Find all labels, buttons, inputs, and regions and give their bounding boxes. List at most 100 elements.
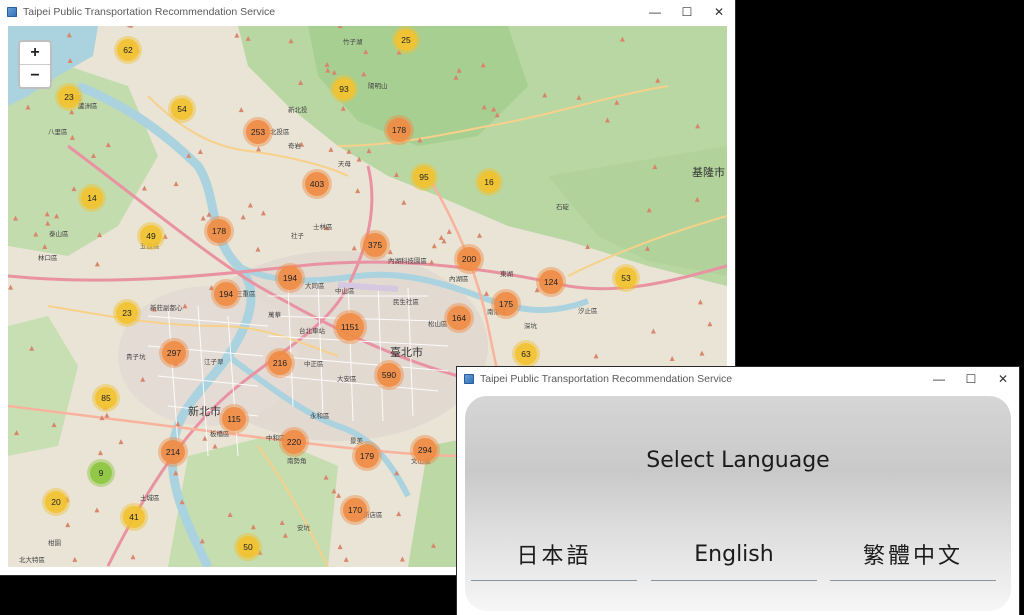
traditional-chinese-button[interactable]: 繁體中文 xyxy=(830,528,996,581)
marker-cluster[interactable]: 95 xyxy=(410,163,438,191)
marker-cluster[interactable]: 375 xyxy=(360,230,390,260)
marker-cluster[interactable]: 194 xyxy=(275,263,305,293)
marker-cluster[interactable]: 200 xyxy=(454,244,484,274)
marker-cluster-count: 403 xyxy=(310,179,324,189)
marker-cluster[interactable]: 115 xyxy=(219,404,249,434)
map-place-label: 奇岩 xyxy=(288,141,302,150)
marker-cluster-count: 253 xyxy=(251,127,265,137)
marker-cluster[interactable]: 220 xyxy=(279,427,309,457)
marker-cluster[interactable]: 93 xyxy=(330,75,358,103)
marker-cluster[interactable]: 25 xyxy=(392,26,420,54)
zoom-out-button[interactable]: − xyxy=(20,65,50,87)
minimize-button[interactable]: — xyxy=(923,367,955,391)
marker-cluster-count: 297 xyxy=(167,348,181,358)
map-place-label: 陽明山 xyxy=(368,81,388,90)
marker-cluster[interactable]: 124 xyxy=(536,267,566,297)
map-place-label: 大安區 xyxy=(337,374,357,383)
marker-cluster[interactable]: 16 xyxy=(475,168,503,196)
map-place-label: 天母 xyxy=(338,160,352,168)
marker-cluster-count: 214 xyxy=(166,447,180,457)
map-place-label: 江子翠 xyxy=(204,358,224,366)
marker-cluster[interactable]: 253 xyxy=(243,117,273,147)
map-place-label: 南勢角 xyxy=(287,456,307,465)
marker-cluster[interactable]: 179 xyxy=(352,441,382,471)
marker-cluster-count: 14 xyxy=(87,193,97,203)
map-place-label: 八里區 xyxy=(48,128,68,136)
marker-cluster-count: 50 xyxy=(243,542,253,552)
marker-cluster[interactable]: 294 xyxy=(410,435,440,465)
map-place-label: 新北投 xyxy=(288,105,308,114)
marker-cluster-count: 216 xyxy=(273,358,287,368)
language-window-title: Taipei Public Transportation Recommendat… xyxy=(480,373,733,385)
marker-cluster[interactable]: 54 xyxy=(168,95,196,123)
zoom-in-button[interactable]: + xyxy=(20,42,50,65)
select-language-heading: Select Language xyxy=(646,448,830,473)
map-place-label: 內湖科技園區 xyxy=(388,256,428,265)
language-window-titlebar[interactable]: Taipei Public Transportation Recommendat… xyxy=(457,367,1019,391)
marker-cluster-count: 53 xyxy=(621,273,631,283)
marker-cluster[interactable]: 164 xyxy=(444,303,474,333)
marker-cluster-count: 54 xyxy=(177,104,187,114)
marker-cluster[interactable]: 62 xyxy=(114,36,142,64)
marker-cluster[interactable]: 178 xyxy=(384,115,414,145)
marker-cluster[interactable]: 23 xyxy=(113,299,141,327)
marker-cluster-count: 124 xyxy=(544,277,558,287)
map-place-label: 內湖區 xyxy=(449,274,469,283)
marker-cluster[interactable]: 297 xyxy=(159,338,189,368)
marker-cluster-count: 23 xyxy=(64,92,74,102)
marker-cluster[interactable]: 590 xyxy=(374,360,404,390)
map-place-label: 臺北市 xyxy=(390,345,423,359)
close-button[interactable]: ✕ xyxy=(987,367,1019,391)
marker-cluster-count: 220 xyxy=(287,437,301,447)
map-place-label: 大同區 xyxy=(305,281,325,290)
marker-cluster[interactable]: 53 xyxy=(612,264,640,292)
map-place-label: 深坑 xyxy=(524,321,538,330)
map-place-label: 石碇 xyxy=(556,202,570,211)
marker-cluster-count: 41 xyxy=(129,512,139,522)
map-place-label: 永和區 xyxy=(310,411,330,420)
app-icon xyxy=(464,374,474,384)
marker-cluster-count: 1151 xyxy=(341,322,360,332)
map-place-label: 社子 xyxy=(291,231,305,240)
marker-cluster[interactable]: 178 xyxy=(204,216,234,246)
english-button[interactable]: English xyxy=(651,528,817,581)
map-place-label: 北大特區 xyxy=(19,555,46,564)
map-place-label: 士林區 xyxy=(313,222,333,231)
marker-cluster[interactable]: 1151 xyxy=(333,310,367,344)
marker-cluster[interactable]: 194 xyxy=(211,279,241,309)
japanese-button[interactable]: 日本語 xyxy=(471,528,637,581)
marker-cluster-count: 194 xyxy=(283,273,297,283)
marker-cluster[interactable]: 216 xyxy=(265,348,295,378)
marker-cluster[interactable]: 9 xyxy=(87,459,115,487)
marker-cluster[interactable]: 403 xyxy=(302,169,332,199)
map-place-label: 基隆市 xyxy=(692,165,725,179)
map-window-title: Taipei Public Transportation Recommendat… xyxy=(23,6,276,18)
marker-cluster[interactable]: 23 xyxy=(55,83,83,111)
map-place-label: 中正區 xyxy=(304,359,324,368)
marker-cluster[interactable]: 50 xyxy=(234,533,262,561)
marker-cluster-count: 85 xyxy=(101,393,111,403)
marker-cluster[interactable]: 85 xyxy=(92,384,120,412)
marker-cluster[interactable]: 175 xyxy=(491,289,521,319)
map-place-label: 竹子湖 xyxy=(343,37,363,46)
maximize-button[interactable]: ☐ xyxy=(955,367,987,391)
marker-cluster-count: 178 xyxy=(392,125,406,135)
marker-cluster-count: 20 xyxy=(51,497,61,507)
close-button[interactable]: ✕ xyxy=(703,0,735,24)
marker-cluster[interactable]: 170 xyxy=(340,495,370,525)
marker-cluster-count: 25 xyxy=(401,35,411,45)
marker-cluster[interactable]: 63 xyxy=(512,340,540,368)
maximize-button[interactable]: ☐ xyxy=(671,0,703,24)
marker-cluster[interactable]: 14 xyxy=(78,184,106,212)
marker-cluster-count: 95 xyxy=(419,172,429,182)
map-window-titlebar[interactable]: Taipei Public Transportation Recommendat… xyxy=(0,0,735,24)
marker-cluster[interactable]: 49 xyxy=(137,222,165,250)
map-place-label: 貴子坑 xyxy=(126,352,146,361)
marker-cluster-count: 63 xyxy=(521,349,531,359)
marker-cluster[interactable]: 41 xyxy=(120,503,148,531)
marker-cluster-count: 175 xyxy=(499,299,513,309)
minimize-button[interactable]: — xyxy=(639,0,671,24)
marker-cluster[interactable]: 20 xyxy=(42,488,70,516)
marker-cluster-count: 115 xyxy=(227,414,241,424)
marker-cluster[interactable]: 214 xyxy=(158,437,188,467)
